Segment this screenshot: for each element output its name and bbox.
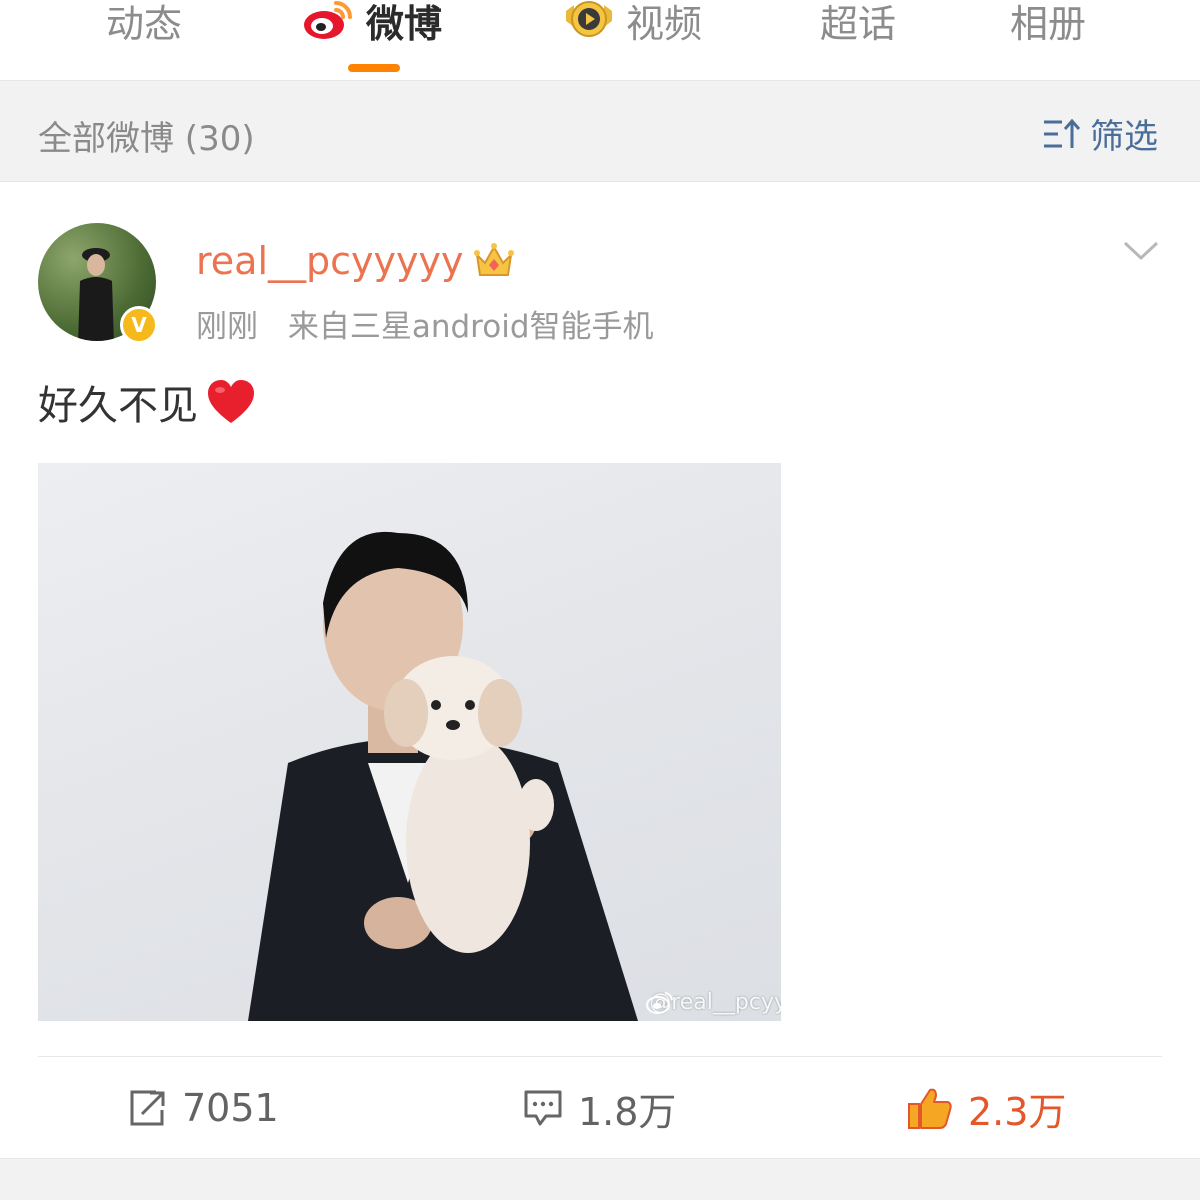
filter-button-label: 筛选 bbox=[1090, 117, 1158, 157]
avatar-photo bbox=[78, 248, 114, 341]
active-tab-indicator bbox=[348, 64, 400, 72]
username[interactable]: real__pcyyyyy bbox=[196, 239, 515, 283]
comment-icon bbox=[524, 1090, 562, 1126]
post-text-content: 好久不见 bbox=[38, 383, 198, 429]
tab-album[interactable]: 相册 bbox=[1010, 0, 1086, 52]
comment-button[interactable]: 1.8万 bbox=[522, 1083, 677, 1134]
action-divider bbox=[38, 1056, 1162, 1057]
red-heart-icon bbox=[206, 378, 256, 426]
filter-sort-icon bbox=[1044, 118, 1081, 148]
feed-count-title: 全部微博 (30) bbox=[38, 119, 255, 159]
chevron-down-icon[interactable] bbox=[1122, 239, 1160, 263]
tab-video[interactable]: 视频 bbox=[562, 0, 702, 52]
tab-label: 相册 bbox=[1010, 1, 1087, 46]
tab-label: 视频 bbox=[626, 1, 703, 46]
share-icon bbox=[130, 1090, 165, 1126]
tab-dynamic[interactable]: 动态 bbox=[106, 0, 182, 52]
post-time: 刚刚 bbox=[196, 309, 258, 345]
like-count: 2.3万 bbox=[968, 1089, 1067, 1134]
feed-filter-bar: 全部微博 (30) 筛选 bbox=[0, 80, 1200, 182]
tab-weibo[interactable]: 微博 bbox=[300, 0, 442, 52]
username-text: real__pcyyyyy bbox=[196, 239, 464, 283]
weibo-profile-page: 动态 微博 视频 超话 相册 全部微博 (30) 筛选 V real__pcyy… bbox=[0, 0, 1200, 1200]
tab-label: 微博 bbox=[366, 1, 443, 46]
post-text: 好久不见 bbox=[38, 373, 256, 431]
tab-label: 动态 bbox=[106, 1, 183, 46]
post-photo-illustration bbox=[248, 531, 638, 1021]
tab-label: 超话 bbox=[820, 1, 897, 46]
thumbs-up-icon bbox=[908, 1088, 952, 1129]
next-post-separator bbox=[0, 1158, 1200, 1200]
post-image[interactable]: @real__pcyy bbox=[38, 463, 781, 1021]
crown-icon bbox=[473, 241, 515, 281]
verified-badge-icon: V bbox=[120, 306, 158, 344]
like-button[interactable]: 2.3万 bbox=[906, 1083, 1067, 1134]
comment-count: 1.8万 bbox=[578, 1089, 677, 1134]
repost-button[interactable]: 7051 bbox=[126, 1083, 279, 1133]
post-source: 来自三星android智能手机 bbox=[287, 309, 654, 345]
weibo-logo-icon bbox=[300, 0, 356, 43]
weibo-post-card[interactable]: V real__pcyyyyy 刚刚 来自三星android智能手机 好久不见 bbox=[0, 183, 1200, 1158]
image-watermark: @real__pcyy bbox=[645, 990, 781, 1015]
repost-count: 7051 bbox=[182, 1086, 279, 1130]
post-meta: 刚刚 来自三星android智能手机 bbox=[196, 301, 654, 346]
filter-button[interactable]: 筛选 bbox=[1042, 109, 1158, 158]
video-badge-icon bbox=[562, 0, 616, 43]
profile-tab-bar: 动态 微博 视频 超话 相册 bbox=[0, 0, 1200, 80]
tab-super-topic[interactable]: 超话 bbox=[820, 0, 896, 52]
